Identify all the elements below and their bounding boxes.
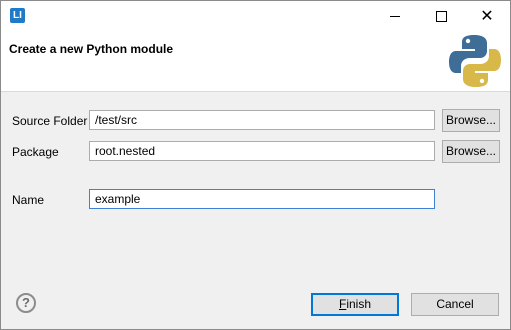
- cancel-button[interactable]: Cancel: [411, 293, 499, 316]
- package-label: Package: [12, 145, 59, 159]
- finish-label: inish: [346, 297, 372, 311]
- source-folder-browse-button[interactable]: Browse...: [442, 109, 500, 132]
- close-button[interactable]: ✕: [464, 1, 510, 31]
- dialog-window: LI ✕ Create a new Python module Source F…: [0, 0, 511, 330]
- python-logo-icon: [449, 35, 501, 87]
- source-folder-label: Source Folder: [12, 114, 88, 128]
- name-label: Name: [12, 193, 45, 207]
- minimize-icon: [390, 15, 400, 17]
- close-icon: ✕: [480, 6, 494, 25]
- header-banner: Create a new Python module: [1, 31, 510, 92]
- help-icon[interactable]: ?: [16, 293, 36, 313]
- finish-button[interactable]: Finish: [311, 293, 399, 316]
- package-input[interactable]: [89, 141, 435, 161]
- minimize-button[interactable]: [372, 1, 418, 31]
- app-icon: LI: [10, 8, 25, 23]
- maximize-icon: [435, 10, 447, 22]
- source-folder-input[interactable]: [89, 110, 435, 130]
- name-input[interactable]: [89, 189, 435, 209]
- package-browse-button[interactable]: Browse...: [442, 140, 500, 163]
- maximize-button[interactable]: [418, 1, 464, 31]
- page-title: Create a new Python module: [9, 42, 174, 56]
- title-bar: LI ✕: [1, 1, 510, 31]
